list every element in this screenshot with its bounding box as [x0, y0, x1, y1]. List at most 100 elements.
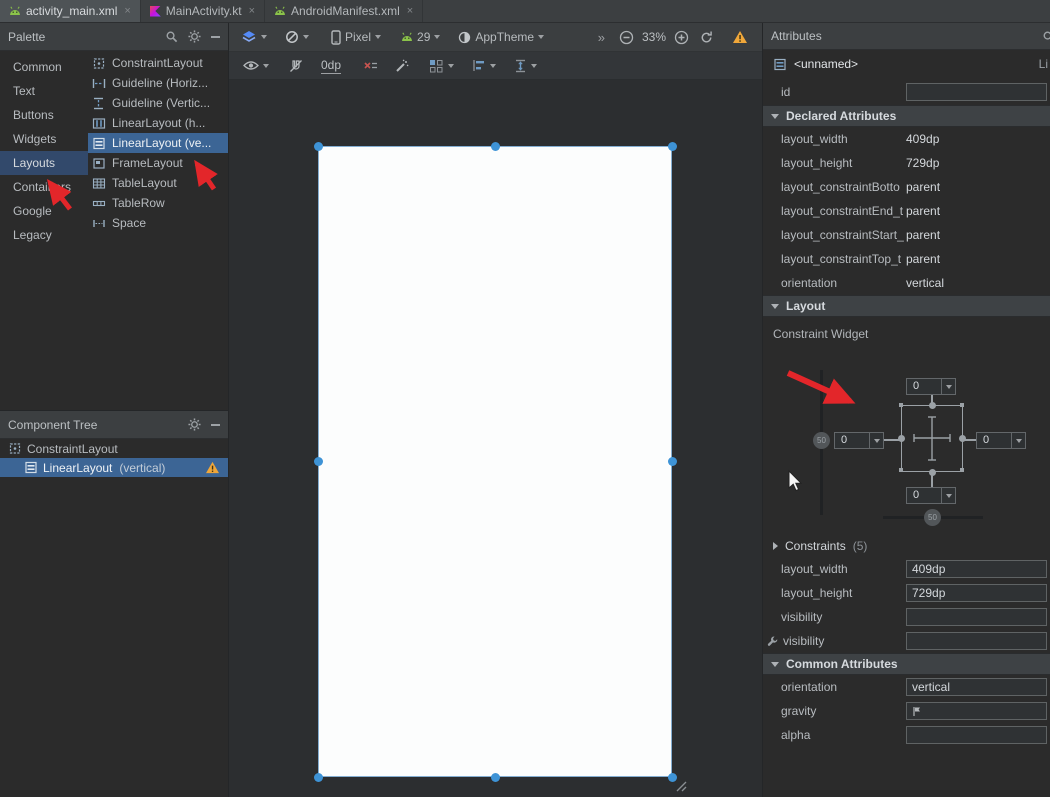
- resize-handle-middle-right[interactable]: [668, 457, 677, 466]
- category-containers[interactable]: Containers: [0, 175, 88, 199]
- palette-item-linearlayout-vertical[interactable]: LinearLayout (ve...: [88, 133, 228, 153]
- canvas-resize-grip-icon[interactable]: [675, 780, 687, 792]
- resize-handle-top-center[interactable]: [491, 142, 500, 151]
- section-common-attributes[interactable]: Common Attributes: [763, 653, 1050, 675]
- tab-close-icon[interactable]: ×: [407, 5, 413, 17]
- search-icon[interactable]: [1042, 30, 1050, 43]
- attr-value[interactable]: parent: [906, 180, 1050, 194]
- section-layout[interactable]: Layout: [763, 295, 1050, 317]
- attr-value[interactable]: parent: [906, 204, 1050, 218]
- gravity-flag-icon[interactable]: [912, 706, 922, 717]
- margin-bottom-combo[interactable]: 0: [906, 487, 956, 504]
- layout-width-input[interactable]: 409dp: [906, 560, 1047, 578]
- tree-item-constraintlayout[interactable]: ConstraintLayout: [0, 439, 228, 458]
- zoom-in-button[interactable]: [674, 30, 689, 45]
- autoconnect-toggle[interactable]: [289, 59, 303, 73]
- resize-handle-top-right[interactable]: [668, 142, 677, 151]
- resize-handle-bottom-left[interactable]: [314, 773, 323, 782]
- tab-activity-main-xml[interactable]: activity_main.xml ×: [0, 0, 141, 22]
- palette-item-label: FrameLayout: [112, 156, 183, 170]
- attr-value[interactable]: 409dp: [906, 132, 1050, 146]
- layout-height-input[interactable]: 729dp: [906, 584, 1047, 602]
- constraints-section-toggle[interactable]: Constraints (5): [763, 535, 1050, 557]
- resize-handle-middle-left[interactable]: [314, 457, 323, 466]
- expand-button[interactable]: [514, 59, 537, 73]
- palette-item-linearlayout-horizontal[interactable]: LinearLayout (h...: [88, 113, 228, 133]
- tab-mainactivity-kt[interactable]: MainActivity.kt ×: [141, 0, 265, 22]
- resize-handle-bottom-center[interactable]: [491, 773, 500, 782]
- category-google[interactable]: Google: [0, 199, 88, 223]
- anchor-top[interactable]: [929, 402, 936, 409]
- tab-androidmanifest-xml[interactable]: AndroidManifest.xml ×: [265, 0, 423, 22]
- section-title: Layout: [786, 299, 825, 313]
- attr-value[interactable]: vertical: [906, 276, 1050, 290]
- category-widgets[interactable]: Widgets: [0, 127, 88, 151]
- infer-constraints-button[interactable]: [395, 59, 409, 73]
- category-buttons[interactable]: Buttons: [0, 103, 88, 127]
- tree-item-linearlayout-vertical[interactable]: LinearLayout(vertical): [0, 458, 228, 477]
- design-surface[interactable]: [229, 80, 762, 797]
- tools-visibility-input[interactable]: [906, 632, 1047, 650]
- tab-close-icon[interactable]: ×: [124, 5, 130, 17]
- render-warning-button[interactable]: [732, 30, 748, 44]
- category-legacy[interactable]: Legacy: [0, 223, 88, 247]
- design-surface-button[interactable]: [241, 30, 267, 44]
- id-input[interactable]: [906, 83, 1047, 101]
- warning-icon[interactable]: [205, 461, 220, 474]
- category-layouts[interactable]: Layouts: [0, 151, 88, 175]
- alpha-input[interactable]: [906, 726, 1047, 744]
- search-icon[interactable]: [165, 30, 178, 43]
- zoom-out-button[interactable]: [619, 30, 634, 45]
- anchor-bottom[interactable]: [929, 469, 936, 476]
- toolbar-overflow-button[interactable]: »: [598, 30, 605, 45]
- section-declared-attributes[interactable]: Declared Attributes: [763, 105, 1050, 127]
- view-options-button[interactable]: [243, 60, 269, 71]
- palette-item-framelayout[interactable]: FrameLayout: [88, 153, 228, 173]
- attr-value[interactable]: parent: [906, 252, 1050, 266]
- resize-handle-top-left[interactable]: [314, 142, 323, 151]
- margin-top-value: 0: [907, 379, 941, 394]
- minimize-icon[interactable]: [211, 36, 220, 38]
- attr-value[interactable]: 729dp: [906, 156, 1050, 170]
- palette-item-guideline-horizontal[interactable]: Guideline (Horiz...: [88, 73, 228, 93]
- device-canvas[interactable]: [318, 146, 672, 777]
- default-margin-selector[interactable]: 0dp: [321, 58, 341, 74]
- category-common[interactable]: Common: [0, 55, 88, 79]
- space-icon: [92, 217, 106, 230]
- zoom-reset-button[interactable]: [699, 30, 714, 45]
- tab-close-icon[interactable]: ×: [249, 5, 255, 17]
- center-constraint-icon[interactable]: [902, 406, 962, 471]
- margin-top-combo[interactable]: 0: [906, 378, 956, 395]
- orientation-input[interactable]: vertical: [906, 678, 1047, 696]
- palette-item-space[interactable]: Space: [88, 213, 228, 233]
- align-button[interactable]: [472, 59, 496, 72]
- horizontal-bias-knob[interactable]: 50: [924, 509, 941, 526]
- margin-right-combo[interactable]: 0: [976, 432, 1026, 449]
- theme-selector[interactable]: AppTheme: [458, 30, 544, 44]
- gear-icon[interactable]: [188, 418, 201, 431]
- attr-name: orientation: [763, 276, 906, 290]
- palette-item-guideline-vertical[interactable]: Guideline (Vertic...: [88, 93, 228, 113]
- palette-item-tablelayout[interactable]: TableLayout: [88, 173, 228, 193]
- device-selector[interactable]: Pixel: [331, 30, 381, 45]
- palette-item-label: Space: [112, 216, 146, 230]
- anchor-right[interactable]: [959, 435, 966, 442]
- palette-item-constraintlayout[interactable]: ConstraintLayout: [88, 53, 228, 73]
- gear-icon[interactable]: [188, 30, 201, 43]
- palette-item-tablerow[interactable]: TableRow: [88, 193, 228, 213]
- pack-button[interactable]: [429, 59, 454, 73]
- attributes-panel: Attributes <unnamed> Li id Declared Attr…: [762, 23, 1050, 797]
- category-text[interactable]: Text: [0, 79, 88, 103]
- blueprint-mode-button[interactable]: [285, 30, 309, 44]
- pack-icon: [429, 59, 444, 73]
- vertical-bias-knob[interactable]: 50: [813, 432, 830, 449]
- clear-constraints-button[interactable]: [363, 59, 379, 73]
- attr-value[interactable]: parent: [906, 228, 1050, 242]
- attributes-title: Attributes: [771, 29, 822, 43]
- minimize-icon[interactable]: [211, 424, 220, 426]
- visibility-input[interactable]: [906, 608, 1047, 626]
- anchor-left[interactable]: [898, 435, 905, 442]
- margin-left-combo[interactable]: 0: [834, 432, 884, 449]
- api-level-selector[interactable]: 29: [401, 30, 440, 44]
- gravity-input[interactable]: [906, 702, 1047, 720]
